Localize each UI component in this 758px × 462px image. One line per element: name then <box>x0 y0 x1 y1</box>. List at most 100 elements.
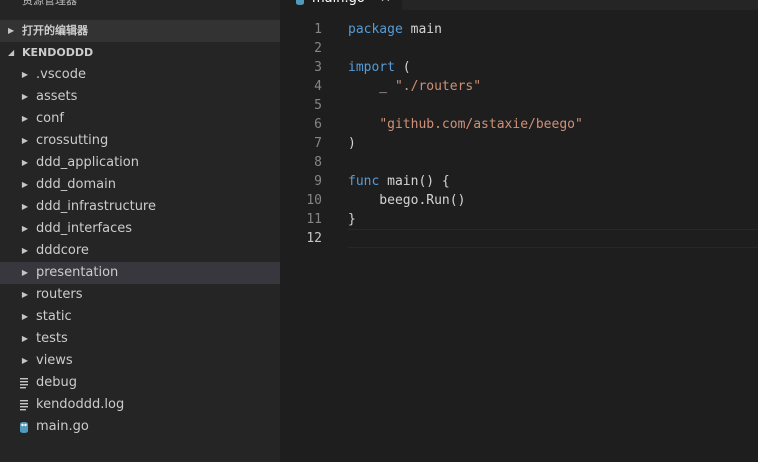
tree-item-dddcore[interactable]: ▶ dddcore <box>0 240 280 262</box>
tree-item-ddd-infrastructure[interactable]: ▶ ddd_infrastructure <box>0 196 280 218</box>
editor[interactable]: main.go ✕ 1package main23import (4 _ "./… <box>280 0 758 462</box>
keyword-token: import <box>348 60 395 75</box>
string-token: "github.com/astaxie/beego" <box>379 117 583 132</box>
project-header[interactable]: ◢ KENDODDD <box>0 42 280 64</box>
tab-label: main.go <box>312 0 365 10</box>
chevron-right-icon: ▶ <box>21 224 29 233</box>
code-line[interactable]: 11} <box>280 210 758 229</box>
tree-item-tests[interactable]: ▶ tests <box>0 328 280 350</box>
line-number: 3 <box>314 60 322 75</box>
tree-item-ddd-interfaces[interactable]: ▶ ddd_interfaces <box>0 218 280 240</box>
code-text: package main <box>348 20 442 39</box>
code-token: main <box>402 22 442 37</box>
chevron-right-icon: ▶ <box>21 180 29 189</box>
chevron-right-icon: ▶ <box>21 158 29 167</box>
chevron-right-icon: ▶ <box>21 92 29 101</box>
line-number: 8 <box>314 155 322 170</box>
tree-item-views[interactable]: ▶ views <box>0 350 280 372</box>
tree-item-ddd-domain[interactable]: ▶ ddd_domain <box>0 174 280 196</box>
line-number: 4 <box>314 79 322 94</box>
code-token: beego.Run() <box>348 193 466 208</box>
tree-item-assets[interactable]: ▶ assets <box>0 86 280 108</box>
code-token: ( <box>394 60 411 75</box>
tree-item-routers[interactable]: ▶ routers <box>0 284 280 306</box>
code-text: } <box>348 210 356 229</box>
code-token: ) <box>348 136 356 151</box>
chevron-right-icon: ▶ <box>21 202 29 211</box>
code-line[interactable]: 5 <box>280 96 758 115</box>
code-area[interactable]: 1 package main 2 3 import (4 _ "./routers" 5 6… <box>280 20 758 462</box>
tree-item-label: assets <box>36 89 78 104</box>
tree-item-main-go[interactable]: main.go <box>0 416 280 438</box>
tree-item-crossutting[interactable]: ▶ crossutting <box>0 130 280 152</box>
tree-item-static[interactable]: ▶ static <box>0 306 280 328</box>
tree-item-label: presentation <box>36 265 119 280</box>
code-line[interactable]: 8 <box>280 153 758 172</box>
chevron-right-icon: ▶ <box>21 290 29 299</box>
code-line[interactable]: 10 beego.Run() <box>280 191 758 210</box>
string-token: "./routers" <box>394 79 482 94</box>
tree-item-ddd-application[interactable]: ▶ ddd_application <box>0 152 280 174</box>
code-text: func main() { <box>348 172 450 191</box>
code-token: _ <box>348 79 395 94</box>
chevron-right-icon: ▶ <box>21 356 29 365</box>
chevron-right-icon: ▶ <box>21 70 29 79</box>
code-line[interactable]: 7) <box>280 134 758 153</box>
chevron-down-icon: ◢ <box>8 48 15 57</box>
code-line[interactable]: 3 import ( <box>280 58 758 77</box>
tree-item-label: views <box>36 353 73 368</box>
go-file-icon <box>296 0 304 5</box>
explorer-sidebar: 资源管理器 ▶ 打开的编辑器 ◢ KENDODDD ▶ .vscode ▶ asset… <box>0 0 280 462</box>
line-number: 2 <box>314 41 322 56</box>
code-line[interactable]: 12 <box>280 229 758 248</box>
tree-item-conf[interactable]: ▶ conf <box>0 108 280 130</box>
code-line[interactable]: 4 _ "./routers" <box>280 77 758 96</box>
text-file-icon <box>20 378 28 389</box>
code-text: ) <box>348 134 356 153</box>
tree-item-kendoddd-log[interactable]: kendoddd.log <box>0 394 280 416</box>
tree-item-label: ddd_domain <box>36 177 116 192</box>
close-icon[interactable]: ✕ <box>380 0 391 10</box>
chevron-right-icon: ▶ <box>8 26 15 35</box>
tab-main-go[interactable]: main.go ✕ <box>280 0 402 10</box>
chevron-right-icon: ▶ <box>21 136 29 145</box>
tree-item-label: tests <box>36 331 68 346</box>
tree-item-presentation[interactable]: ▶ presentation <box>0 262 280 284</box>
open-editors-header[interactable]: ▶ 打开的编辑器 <box>0 20 280 42</box>
code-text: _ "./routers" <box>348 77 481 96</box>
line-number: 10 <box>306 193 322 208</box>
line-number: 1 <box>314 22 322 37</box>
code-line[interactable]: 9 func main() { <box>280 172 758 191</box>
chevron-right-icon: ▶ <box>21 334 29 343</box>
tree-item-label: dddcore <box>36 243 89 258</box>
tree-item-label: crossutting <box>36 133 109 148</box>
keyword-token: package <box>348 22 403 37</box>
explorer-title: 资源管理器 <box>22 0 77 7</box>
code-line[interactable]: 6 "github.com/astaxie/beego" <box>280 115 758 134</box>
tree-item-label: .vscode <box>36 67 86 82</box>
tree-item-debug[interactable]: debug <box>0 372 280 394</box>
text-file-icon <box>20 400 28 411</box>
chevron-right-icon: ▶ <box>21 312 29 321</box>
keyword-token: func <box>348 174 380 189</box>
tree-item-vscode[interactable]: ▶ .vscode <box>0 64 280 86</box>
tab-bar: main.go ✕ <box>280 0 758 10</box>
code-line[interactable]: 2 <box>280 39 758 58</box>
code-text: beego.Run() <box>348 191 465 210</box>
line-number: 11 <box>306 212 322 227</box>
open-editors-label: 打开的编辑器 <box>22 24 88 37</box>
go-file-icon <box>20 422 28 433</box>
tree-item-label: ddd_infrastructure <box>36 199 156 214</box>
tree-item-label: conf <box>36 111 64 126</box>
project-label: KENDODDD <box>22 46 94 59</box>
code-text: "github.com/astaxie/beego" <box>348 115 583 134</box>
line-number: 7 <box>314 136 322 151</box>
tree-item-label: static <box>36 309 72 324</box>
code-token: } <box>348 212 356 227</box>
tree-item-label: ddd_application <box>36 155 139 170</box>
chevron-right-icon: ▶ <box>21 114 29 123</box>
line-number: 9 <box>314 174 322 189</box>
code-line[interactable]: 1 package main <box>280 20 758 39</box>
code-text: import ( <box>348 58 411 77</box>
